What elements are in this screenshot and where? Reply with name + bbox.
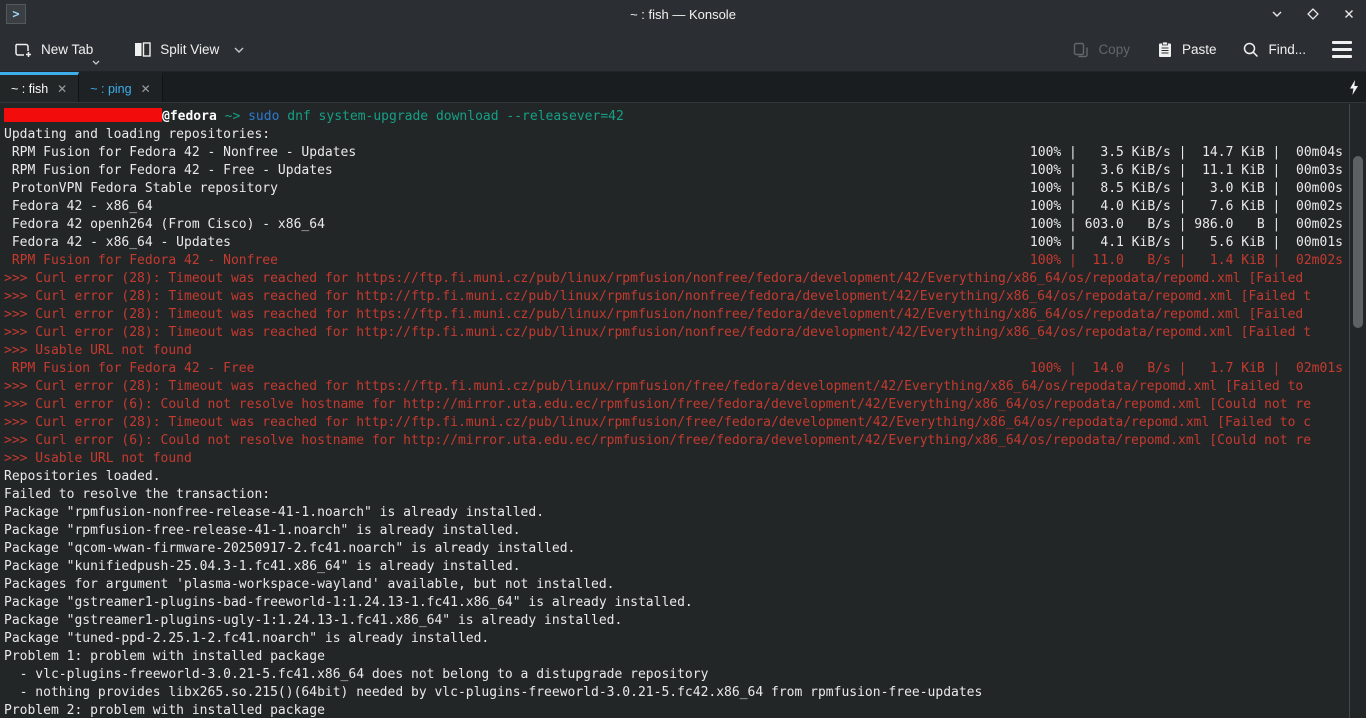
terminal-line: ProtonVPN Fedora Stable repository 100% |…	[4, 180, 1349, 198]
prompt-part: @fedora	[162, 109, 217, 124]
terminal-line: Fedora 42 - x86_64 100% | 4.0 KiB/s | 7.6…	[4, 198, 1349, 216]
terminal-line: Updating and loading repositories:	[4, 126, 1349, 144]
terminal-line: >>> Usable URL not found	[4, 450, 1349, 468]
terminal-line: >>> Curl error (28): Timeout was reached…	[4, 288, 1349, 306]
terminal-line: >>> Curl error (6): Could not resolve ho…	[4, 396, 1349, 414]
tab--ping[interactable]: ~ : ping ✕	[79, 72, 162, 102]
scrollbar-thumb[interactable]	[1353, 156, 1363, 328]
titlebar[interactable]: > ~ : fish — Konsole	[0, 0, 1366, 28]
tab-bar: ~ : fish ✕ ~ : ping ✕	[0, 72, 1366, 103]
terminal-line: >>> Curl error (28): Timeout was reached…	[4, 378, 1349, 396]
terminal-line: >>> Curl error (28): Timeout was reached…	[4, 414, 1349, 432]
terminal-line: >>> Curl error (28): Timeout was reached…	[4, 306, 1349, 324]
terminal-line: Fedora 42 - x86_64 - Updates 100% | 4.1 K…	[4, 234, 1349, 252]
search-icon	[1242, 41, 1260, 59]
terminal-line: RPM Fusion for Fedora 42 - Nonfree - Upd…	[4, 144, 1349, 162]
maximize-icon[interactable]	[1304, 5, 1322, 23]
paste-icon	[1156, 41, 1174, 59]
repo-download-stats: 100% | 3.5 KiB/s | 14.7 KiB | 00m04s	[1030, 144, 1343, 162]
split-view-chevron-icon	[233, 46, 245, 54]
new-tab-icon	[14, 40, 33, 59]
terminal-line: Failed to resolve the transaction:	[4, 486, 1349, 504]
close-icon[interactable]	[1340, 5, 1358, 23]
repo-name: RPM Fusion for Fedora 42 - Nonfree	[4, 252, 278, 270]
repo-name: RPM Fusion for Fedora 42 - Nonfree - Upd…	[4, 144, 356, 162]
terminal-line: Fedora 42 openh264 (From Cisco) - x86_64…	[4, 216, 1349, 234]
repo-name: RPM Fusion for Fedora 42 - Free	[4, 360, 254, 378]
repo-download-stats: 100% | 14.0 B/s | 1.7 KiB | 02m01s	[1030, 360, 1343, 378]
terminal-line: Problem 2: problem with installed packag…	[4, 702, 1349, 718]
find-button[interactable]: Find...	[1242, 41, 1306, 59]
repo-name: Fedora 42 - x86_64 - Updates	[4, 234, 231, 252]
paste-label: Paste	[1182, 42, 1217, 57]
repo-download-stats: 100% | 4.0 KiB/s | 7.6 KiB | 00m02s	[1030, 198, 1343, 216]
terminal-line: RPM Fusion for Fedora 42 - Free 100% | 14…	[4, 360, 1349, 378]
new-tab-button[interactable]: New Tab	[14, 40, 93, 59]
terminal-line: Package "gstreamer1-plugins-ugly-1:1.24.…	[4, 612, 1349, 630]
terminal-line: Package "qcom-wwan-firmware-20250917-2.f…	[4, 540, 1349, 558]
repo-download-stats: 100% | 11.0 B/s | 1.4 KiB | 02m02s	[1030, 252, 1343, 270]
terminal-line: >>> Curl error (28): Timeout was reached…	[4, 270, 1349, 288]
terminal-line: Packages for argument 'plasma-workspace-…	[4, 576, 1349, 594]
new-tab-dropdown-icon[interactable]	[91, 59, 101, 66]
repo-name: RPM Fusion for Fedora 42 - Free - Update…	[4, 162, 333, 180]
tab-label: ~ : ping	[90, 82, 131, 96]
terminal-line: Repositories loaded.	[4, 468, 1349, 486]
terminal-scrollbar[interactable]	[1349, 104, 1366, 718]
copy-icon	[1072, 41, 1090, 59]
prompt-part: sudo	[248, 109, 279, 124]
tab--fish[interactable]: ~ : fish ✕	[0, 72, 79, 102]
terminal-line: >>> Usable URL not found	[4, 342, 1349, 360]
terminal-line: Problem 1: problem with installed packag…	[4, 648, 1349, 666]
repo-name: Fedora 42 openh264 (From Cisco) - x86_64	[4, 216, 325, 234]
find-label: Find...	[1268, 42, 1306, 57]
terminal-line: @fedora ~> sudo dnf system-upgrade downl…	[4, 108, 1349, 126]
split-view-button[interactable]: Split View	[133, 40, 245, 59]
redacted-username	[4, 108, 162, 122]
terminal-line: Package "tuned-ppd-2.25.1-2.fc41.noarch"…	[4, 630, 1349, 648]
terminal-line: RPM Fusion for Fedora 42 - Nonfree 100% |…	[4, 252, 1349, 270]
terminal-line: >>> Curl error (28): Timeout was reached…	[4, 324, 1349, 342]
paste-button[interactable]: Paste	[1156, 41, 1217, 59]
terminal-line: Package "rpmfusion-nonfree-release-41-1.…	[4, 504, 1349, 522]
prompt-part: ~>	[217, 109, 248, 124]
konsole-app-icon[interactable]: >	[6, 4, 26, 24]
split-view-icon	[133, 40, 152, 59]
repo-name: Fedora 42 - x86_64	[4, 198, 153, 216]
repo-download-stats: 100% | 8.5 KiB/s | 3.0 KiB | 00m00s	[1030, 180, 1343, 198]
terminal-line: Package "kunifiedpush-25.04.3-1.fc41.x86…	[4, 558, 1349, 576]
copy-button[interactable]: Copy	[1072, 41, 1130, 59]
prompt-part: dnf system-upgrade download --releasever…	[279, 109, 623, 124]
repo-download-stats: 100% | 4.1 KiB/s | 5.6 KiB | 00m01s	[1030, 234, 1343, 252]
window-title: ~ : fish — Konsole	[0, 7, 1366, 22]
tab-close-icon[interactable]: ✕	[141, 83, 151, 95]
split-view-label: Split View	[160, 42, 219, 57]
menu-button[interactable]	[1332, 41, 1352, 58]
new-tab-label: New Tab	[41, 42, 93, 57]
minimize-icon[interactable]	[1268, 5, 1286, 23]
hamburger-icon	[1332, 41, 1352, 58]
konsole-window: > ~ : fish — Konsole New Tab	[0, 0, 1366, 718]
tab-bar-spacer	[163, 72, 1349, 102]
terminal-line: Package "rpmfusion-free-release-41-1.noa…	[4, 522, 1349, 540]
repo-download-stats: 100% | 603.0 B/s | 986.0 B | 00m02s	[1030, 216, 1343, 234]
terminal-line: >>> Curl error (6): Could not resolve ho…	[4, 432, 1349, 450]
terminal-line: - vlc-plugins-freeworld-3.0.21-5.fc41.x8…	[4, 666, 1349, 684]
terminal-area[interactable]: @fedora ~> sudo dnf system-upgrade downl…	[0, 104, 1366, 718]
copy-label: Copy	[1098, 42, 1130, 57]
tab-close-icon[interactable]: ✕	[57, 83, 67, 95]
terminal-output[interactable]: @fedora ~> sudo dnf system-upgrade downl…	[0, 104, 1349, 718]
lightning-bolt-icon[interactable]	[1349, 72, 1366, 102]
tab-label: ~ : fish	[11, 82, 48, 96]
terminal-line: Package "gstreamer1-plugins-bad-freeworl…	[4, 594, 1349, 612]
terminal-line: - nothing provides libx265.so.215()(64bi…	[4, 684, 1349, 702]
terminal-line: RPM Fusion for Fedora 42 - Free - Update…	[4, 162, 1349, 180]
repo-name: ProtonVPN Fedora Stable repository	[4, 180, 278, 198]
toolbar: New Tab Split View Copy	[0, 28, 1366, 72]
repo-download-stats: 100% | 3.6 KiB/s | 11.1 KiB | 00m03s	[1030, 162, 1343, 180]
